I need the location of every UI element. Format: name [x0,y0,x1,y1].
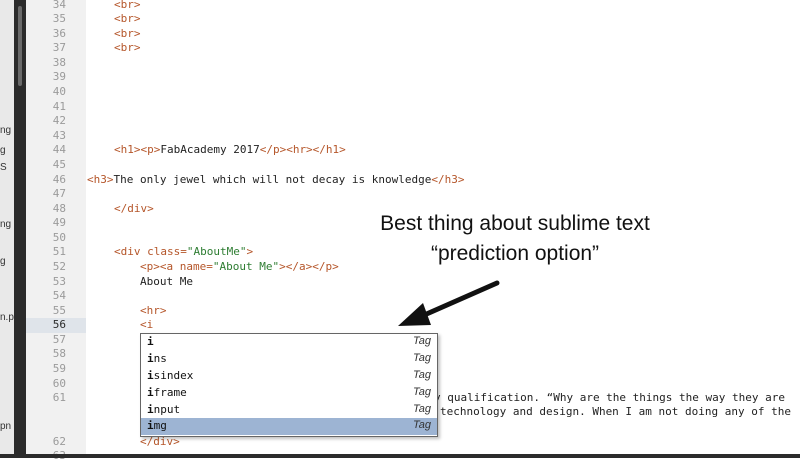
window-bottom-edge [0,454,800,458]
item-type-label: Tag [413,403,431,415]
autocomplete-popup[interactable]: i Tag ins Tag isindex Tag iframe Tag input Ta… [140,333,438,437]
autocomplete-item[interactable]: input Tag [141,402,437,419]
item-type-label: Tag [413,335,431,347]
item-type-label: Tag [413,352,431,364]
item-type-label: Tag [413,369,431,381]
item-type-label: Tag [413,386,431,398]
item-type-label: Tag [413,419,431,431]
autocomplete-item[interactable]: iframe Tag [141,385,437,402]
autocomplete-item-selected[interactable]: img Tag [141,418,437,435]
autocomplete-item[interactable]: i Tag [141,334,437,351]
autocomplete-item[interactable]: ins Tag [141,351,437,368]
autocomplete-item[interactable]: isindex Tag [141,368,437,385]
